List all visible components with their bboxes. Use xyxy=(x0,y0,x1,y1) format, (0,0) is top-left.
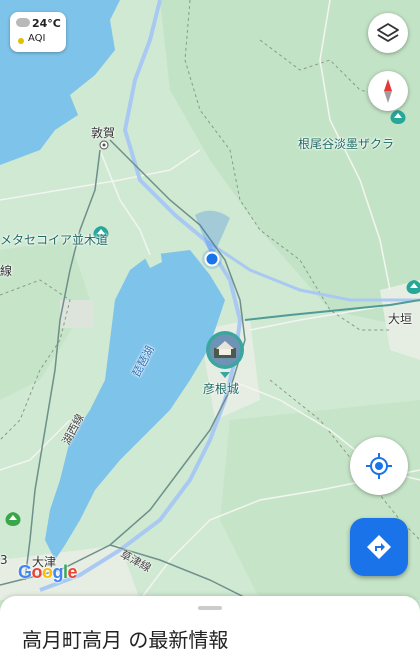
place-label-tsuruga[interactable]: 敦賀 xyxy=(91,124,115,141)
my-location-icon xyxy=(366,453,392,479)
edge-label: 線 xyxy=(0,264,13,278)
temperature: 24°C xyxy=(32,17,61,30)
google-logo: Google xyxy=(18,562,78,582)
bottom-sheet[interactable]: 高月町高月 の最新情報 xyxy=(0,596,420,667)
my-location-button[interactable] xyxy=(350,437,408,495)
compass-icon xyxy=(384,79,392,103)
layers-icon xyxy=(377,23,399,42)
sheet-drag-handle[interactable] xyxy=(198,606,222,610)
weather-chip[interactable]: 24°C AQI xyxy=(10,12,66,52)
my-location-dot xyxy=(204,251,220,267)
place-label-metasequoia[interactable]: メタセコイア並木道 xyxy=(0,231,108,248)
aqi-label: AQI xyxy=(28,33,46,44)
place-label-neodani[interactable]: 根尾谷淡墨ザクラ xyxy=(298,135,394,152)
cloud-icon xyxy=(16,18,30,27)
urban-area xyxy=(60,300,94,328)
map-canvas[interactable] xyxy=(0,0,420,600)
compass-button[interactable] xyxy=(368,71,408,111)
aqi-dot-icon xyxy=(18,38,24,44)
directions-button[interactable] xyxy=(350,518,408,576)
sheet-title: 高月町高月 の最新情報 xyxy=(22,628,229,652)
place-label-hikone-castle[interactable]: 彦根城 xyxy=(203,380,239,397)
directions-icon xyxy=(367,535,391,559)
place-label-ogaki[interactable]: 大垣 xyxy=(388,310,412,327)
layers-button[interactable] xyxy=(368,13,408,53)
edge-label: 3 xyxy=(0,553,8,567)
